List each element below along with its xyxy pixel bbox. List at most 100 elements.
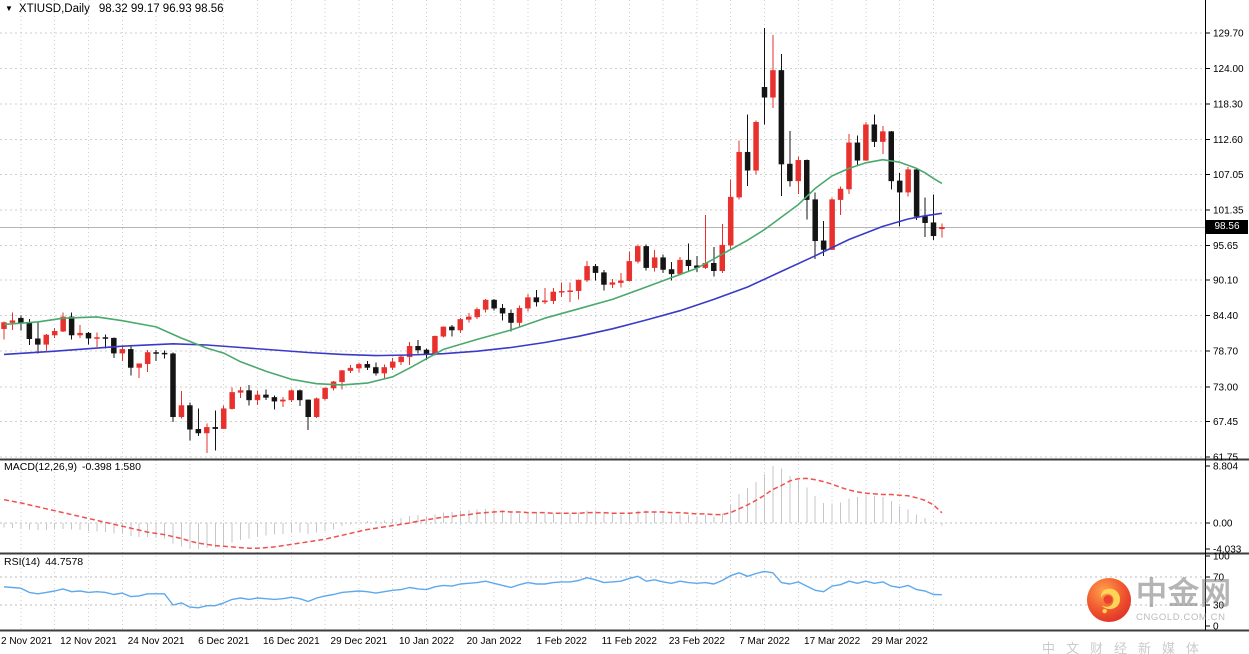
- candle-bullish: [9, 320, 16, 323]
- candle-bullish: [322, 387, 328, 399]
- candle-bullish: [136, 363, 142, 368]
- candle-bearish: [364, 364, 371, 368]
- candle-bearish: [415, 345, 421, 351]
- candle-bearish: [854, 142, 861, 161]
- price-axis-label: 73.00: [1213, 382, 1238, 393]
- ohlc-readout: 98.32 99.17 96.93 98.56: [98, 3, 224, 15]
- candle-bullish: [651, 257, 658, 268]
- candle-bearish: [373, 367, 379, 374]
- date-axis-label: 23 Feb 2022: [669, 636, 726, 647]
- candle-bearish: [491, 299, 497, 309]
- candle-bearish: [922, 216, 928, 223]
- candle-bullish: [347, 367, 354, 371]
- candle-bullish: [829, 199, 835, 250]
- date-axis-label: 12 Nov 2021: [60, 636, 117, 647]
- candle-bullish: [77, 332, 83, 336]
- date-axis-label: 16 Dec 2021: [263, 636, 320, 647]
- candle-bearish: [161, 352, 168, 355]
- candle-bullish: [237, 390, 244, 393]
- date-axis-label: 29 Dec 2021: [331, 636, 388, 647]
- date-axis-label: 20 Jan 2022: [467, 636, 522, 647]
- date-axis-label: 2 Nov 2021: [1, 636, 53, 647]
- candle-bullish: [339, 370, 345, 383]
- price-axis-label: 90.10: [1213, 276, 1238, 287]
- rsi-axis-label: 0: [1213, 622, 1219, 633]
- candle-bullish: [618, 280, 624, 283]
- candle-bullish: [880, 131, 886, 142]
- candle-bullish: [558, 291, 565, 293]
- price-axis-label: 78.70: [1213, 347, 1238, 358]
- date-axis-label: 7 Mar 2022: [739, 636, 790, 647]
- candle-bearish: [761, 87, 768, 98]
- candle-bullish: [94, 337, 100, 339]
- candle-bullish: [280, 399, 286, 402]
- candle-bearish: [153, 352, 159, 354]
- candle-bearish: [668, 269, 675, 275]
- candle-bullish: [795, 160, 802, 182]
- price-axis-label: 107.05: [1213, 170, 1244, 181]
- candle-bullish: [313, 398, 320, 418]
- candle-bearish: [187, 405, 193, 430]
- candle-bullish: [626, 261, 633, 281]
- price-axis-label: 129.70: [1213, 29, 1244, 40]
- candle-bearish: [871, 124, 878, 142]
- candle-bullish: [144, 352, 151, 364]
- candle-bearish: [85, 332, 92, 339]
- candle-bearish: [820, 240, 827, 250]
- candle-bearish: [812, 199, 818, 242]
- candle-bearish: [685, 259, 692, 267]
- candle-bearish: [592, 266, 599, 273]
- price-axis-label: 118.30: [1213, 100, 1243, 111]
- candle-bearish: [111, 337, 117, 354]
- candle-bearish: [888, 131, 894, 182]
- macd-signal-line: [3, 477, 943, 549]
- rsi-legend: RSI(14) 44.7578: [4, 556, 83, 568]
- candle-bullish: [178, 405, 185, 418]
- candle-bullish: [905, 169, 911, 193]
- trading-chart-window: 129.70 124.00 118.30 112.60 107.05 101.35 95.6…: [0, 0, 1249, 654]
- candle-bearish: [102, 337, 109, 339]
- candle-bullish: [389, 361, 396, 368]
- rsi-axis-label: 70: [1213, 573, 1225, 584]
- candle-bullish: [288, 390, 295, 401]
- candle-bearish: [195, 428, 202, 434]
- date-axis-label: 29 Mar 2022: [872, 636, 929, 647]
- candle-bullish: [770, 70, 776, 98]
- chart-canvas[interactable]: 129.70 124.00 118.30 112.60 107.05 101.35 95.6…: [0, 0, 1249, 654]
- current-price-badge: 98.56: [1206, 220, 1248, 234]
- candle-bullish: [204, 427, 210, 434]
- candle-bearish: [305, 399, 311, 418]
- candle-bullish: [719, 244, 725, 271]
- candle-bullish: [846, 142, 852, 190]
- candle-bullish: [525, 297, 531, 309]
- chart-legend: ▼ XTIUSD,Daily 98.32 99.17 96.93 98.56: [5, 3, 224, 15]
- candle-bullish: [457, 319, 464, 331]
- symbol-timeframe-label: XTIUSD,Daily: [18, 3, 90, 15]
- candle-bullish: [432, 336, 438, 355]
- candle-bullish: [51, 331, 58, 336]
- candle-bearish: [68, 316, 75, 336]
- macd-axis-label: 0.00: [1213, 519, 1233, 530]
- candle-bullish: [466, 316, 472, 320]
- candle-bullish: [567, 290, 573, 292]
- candle-bullish: [474, 309, 480, 318]
- candle-bearish: [508, 312, 514, 323]
- candle-bearish: [660, 257, 666, 270]
- candle-bullish: [482, 299, 489, 310]
- candle-bearish: [778, 70, 785, 165]
- candle-bearish: [744, 151, 751, 171]
- candle-bearish: [26, 322, 33, 340]
- rsi-axis-label: 100: [1213, 552, 1230, 563]
- candle-bullish: [727, 196, 734, 246]
- candle-bearish: [711, 263, 717, 271]
- candle-bearish: [263, 394, 269, 398]
- candle-bearish: [787, 163, 793, 182]
- rsi-indicator-label: RSI(14): [4, 556, 41, 568]
- price-axis-label: 95.65: [1213, 241, 1238, 252]
- candle-bearish: [297, 390, 303, 401]
- date-axis-label: 11 Feb 2022: [602, 636, 658, 647]
- candle-bullish: [542, 300, 548, 303]
- date-axis-label: 17 Mar 2022: [804, 636, 861, 647]
- symbol-dropdown-icon[interactable]: ▼: [5, 4, 13, 13]
- candle-bearish: [499, 307, 506, 314]
